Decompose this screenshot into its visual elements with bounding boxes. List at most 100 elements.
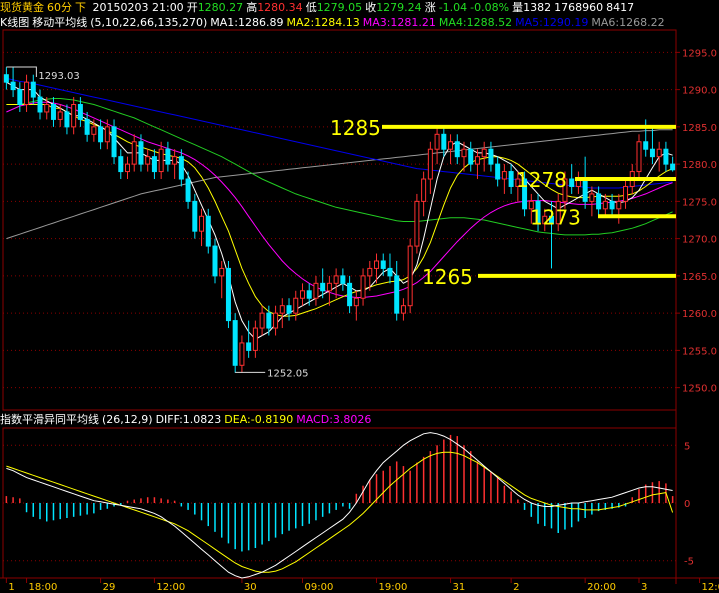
candle-body bbox=[111, 126, 117, 158]
candle-body bbox=[461, 148, 467, 158]
y-tick-label: 1280.0 bbox=[682, 160, 717, 171]
candle-body bbox=[434, 133, 440, 150]
level-label: 1265 bbox=[422, 265, 473, 289]
candle-body bbox=[333, 275, 339, 284]
x-tick-label: 31 bbox=[453, 582, 466, 593]
candle-body bbox=[441, 133, 447, 150]
candle-body bbox=[596, 193, 602, 210]
candle-body bbox=[347, 282, 353, 307]
candle-body bbox=[293, 297, 299, 314]
y-tick-label: 1265.0 bbox=[682, 272, 717, 283]
candle-body bbox=[582, 178, 588, 202]
candle-body bbox=[306, 290, 312, 299]
candle-body bbox=[353, 297, 359, 307]
y-tick-label: 1290.0 bbox=[682, 86, 717, 97]
candle-body bbox=[380, 260, 386, 269]
x-tick-label: 20:00 bbox=[587, 582, 616, 593]
diff-line bbox=[6, 432, 673, 579]
candle-body bbox=[259, 312, 265, 329]
candle-body bbox=[299, 290, 305, 299]
chart-canvas[interactable]: 1250.0 1255.0 1260.0 1265.0 1270.0 1275.0 1280… bbox=[0, 0, 719, 593]
candle-body bbox=[313, 282, 319, 299]
x-tick-label: 09:00 bbox=[304, 582, 333, 593]
candle-body bbox=[131, 141, 137, 165]
y-tick-label: 1255.0 bbox=[682, 346, 717, 357]
candle-body bbox=[165, 148, 171, 165]
candle-body bbox=[656, 148, 662, 158]
candle-body bbox=[374, 260, 380, 269]
candle-body bbox=[481, 148, 487, 158]
candle-body bbox=[17, 89, 23, 106]
candle-body bbox=[239, 342, 245, 366]
candle-body bbox=[246, 342, 252, 351]
level-label: 1273 bbox=[530, 205, 581, 229]
candle-body bbox=[320, 282, 326, 292]
candle-body bbox=[326, 282, 332, 292]
candle-body bbox=[643, 141, 649, 150]
candle-body bbox=[98, 126, 104, 143]
candle-body bbox=[24, 81, 30, 106]
candle-body bbox=[30, 81, 36, 98]
level-label: 1285 bbox=[330, 116, 381, 140]
candle-body bbox=[448, 141, 454, 150]
candle-body bbox=[421, 178, 427, 202]
candle-body bbox=[77, 104, 83, 120]
candle-body bbox=[232, 320, 238, 366]
candle-body bbox=[252, 327, 258, 351]
candle-body bbox=[623, 185, 629, 202]
candle-body bbox=[468, 148, 474, 165]
candle-body bbox=[589, 193, 595, 202]
y-tick-label: 1250.0 bbox=[682, 384, 717, 395]
y-tick-label: 1275.0 bbox=[682, 197, 717, 208]
dea-line bbox=[6, 451, 674, 573]
candle-body bbox=[212, 245, 218, 277]
candle-body bbox=[10, 81, 16, 91]
candle-body bbox=[205, 215, 211, 247]
candle-body bbox=[104, 126, 110, 143]
candle-body bbox=[501, 171, 507, 180]
candle-body bbox=[367, 267, 373, 277]
candle-body bbox=[400, 305, 406, 314]
candle-body bbox=[178, 156, 184, 180]
candle-body bbox=[670, 163, 676, 171]
candle-body bbox=[407, 245, 413, 307]
candle-body bbox=[663, 148, 669, 165]
candle-body bbox=[360, 275, 366, 299]
candle-body bbox=[609, 200, 615, 210]
level-label: 1278 bbox=[516, 168, 567, 192]
candle-body bbox=[3, 74, 9, 83]
candle-body bbox=[495, 163, 501, 180]
candle-body bbox=[84, 118, 90, 135]
candle-body bbox=[71, 104, 77, 128]
candle-body bbox=[474, 156, 480, 165]
candle-body bbox=[57, 111, 63, 120]
macd-y-tick-label: 0 bbox=[684, 499, 690, 510]
x-tick-label: 2 bbox=[513, 582, 519, 593]
candle-body bbox=[64, 111, 70, 128]
x-tick-label: 18:00 bbox=[29, 582, 58, 593]
candle-body bbox=[125, 163, 131, 173]
low-price-label: 1252.05 bbox=[267, 368, 308, 379]
extreme-leader bbox=[6, 66, 37, 78]
candle-body bbox=[508, 171, 514, 187]
candle-body bbox=[286, 305, 292, 314]
x-tick-label: 29 bbox=[103, 582, 116, 593]
candle-body bbox=[172, 156, 178, 165]
x-tick-label: 30 bbox=[244, 582, 257, 593]
candle-body bbox=[145, 156, 151, 165]
candle-body bbox=[279, 305, 285, 314]
candle-body bbox=[50, 104, 56, 120]
y-tick-label: 1260.0 bbox=[682, 309, 717, 320]
candle-body bbox=[414, 200, 420, 247]
macd-y-tick-label: -5 bbox=[684, 557, 694, 568]
candle-body bbox=[37, 96, 43, 113]
candle-body bbox=[199, 215, 205, 232]
candle-body bbox=[488, 148, 494, 165]
candle-body bbox=[649, 148, 655, 158]
x-tick-label: 12:00 bbox=[156, 582, 185, 593]
candle-body bbox=[192, 200, 198, 232]
candle-body bbox=[427, 148, 433, 180]
candle-body bbox=[138, 141, 144, 165]
x-tick-label: 12:00 bbox=[702, 582, 719, 593]
candle-body bbox=[185, 178, 191, 202]
